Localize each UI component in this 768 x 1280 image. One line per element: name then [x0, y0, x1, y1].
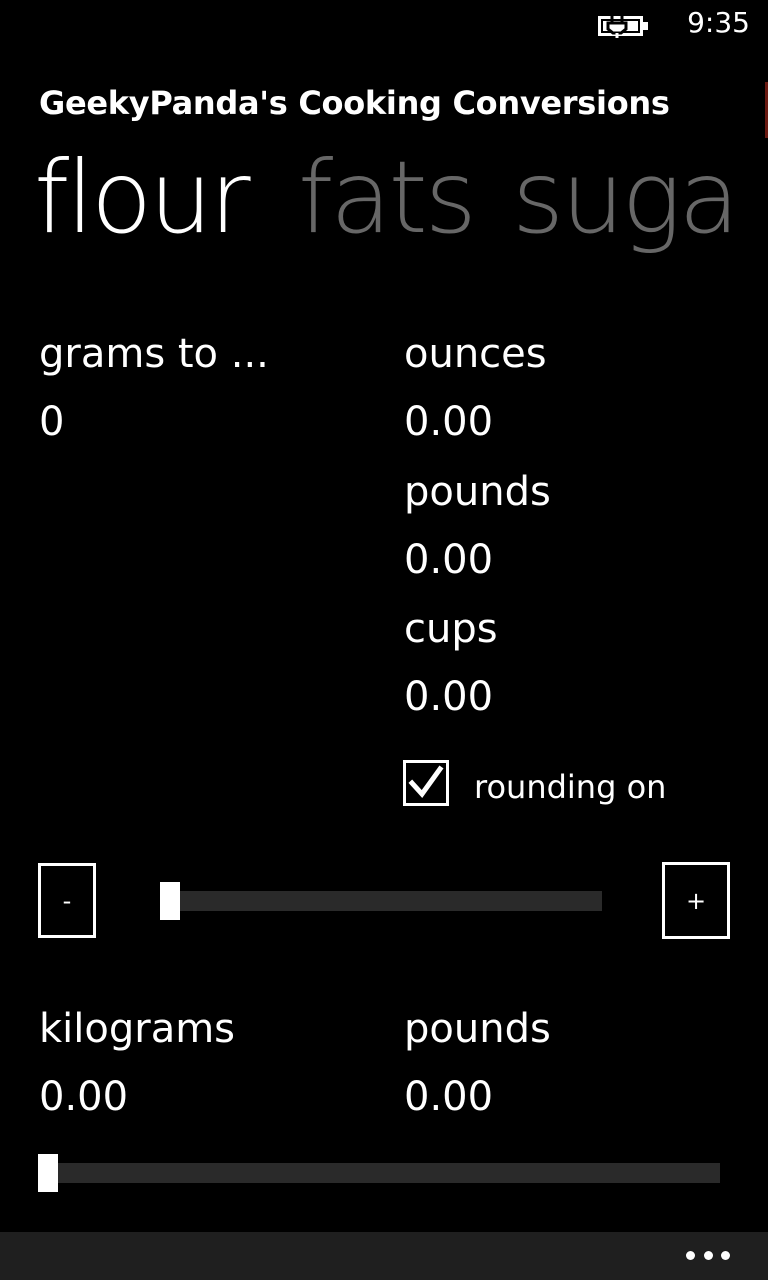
status-time: 9:35 — [687, 6, 750, 39]
grams-slider-thumb[interactable] — [160, 882, 180, 920]
more-dots-icon[interactable] — [686, 1246, 730, 1264]
kg-slider-track[interactable] — [38, 1163, 720, 1183]
checkmark-icon — [408, 765, 444, 798]
kg-slider-thumb[interactable] — [38, 1154, 58, 1192]
pivot-item-fats[interactable]: fats — [298, 138, 477, 258]
pounds-value: 0.00 — [404, 537, 494, 583]
cups-value: 0.00 — [404, 674, 494, 720]
battery-charging-icon — [598, 12, 650, 38]
kg-pounds-value: 0.00 — [404, 1074, 494, 1120]
rounding-label[interactable]: rounding on — [474, 768, 666, 806]
pounds-label: pounds — [404, 469, 551, 515]
app-bar — [0, 1232, 768, 1280]
grams-input-value[interactable]: 0 — [39, 398, 64, 446]
rounding-checkbox[interactable] — [403, 760, 449, 806]
grams-input-label: grams to ... — [39, 331, 269, 377]
app-title: GeekyPanda's Cooking Conversions — [39, 84, 670, 122]
kg-pounds-label: pounds — [404, 1006, 551, 1052]
grams-slider-track[interactable] — [160, 891, 602, 911]
ounces-label: ounces — [404, 331, 547, 377]
kilograms-value: 0.00 — [39, 1074, 129, 1120]
decrement-button[interactable]: - — [38, 863, 96, 938]
kilograms-label: kilograms — [39, 1006, 236, 1052]
pivot-item-flour[interactable]: flour — [34, 138, 251, 258]
pivot-item-sugar[interactable]: suga — [512, 138, 742, 258]
cups-label: cups — [404, 606, 498, 652]
ounces-value: 0.00 — [404, 399, 494, 445]
increment-button[interactable]: + — [662, 862, 730, 939]
